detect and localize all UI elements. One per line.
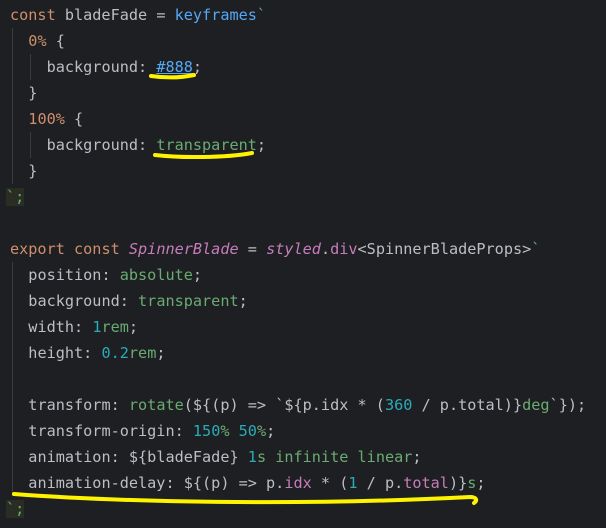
highlight-underline-animation-delay [12,492,479,505]
code-editor[interactable]: const bladeFade = keyframes` 0% { backgr… [0,0,606,528]
highlight-annotations [12,73,479,505]
highlight-underline-transparent [153,151,254,160]
highlight-underline-888 [149,73,196,80]
